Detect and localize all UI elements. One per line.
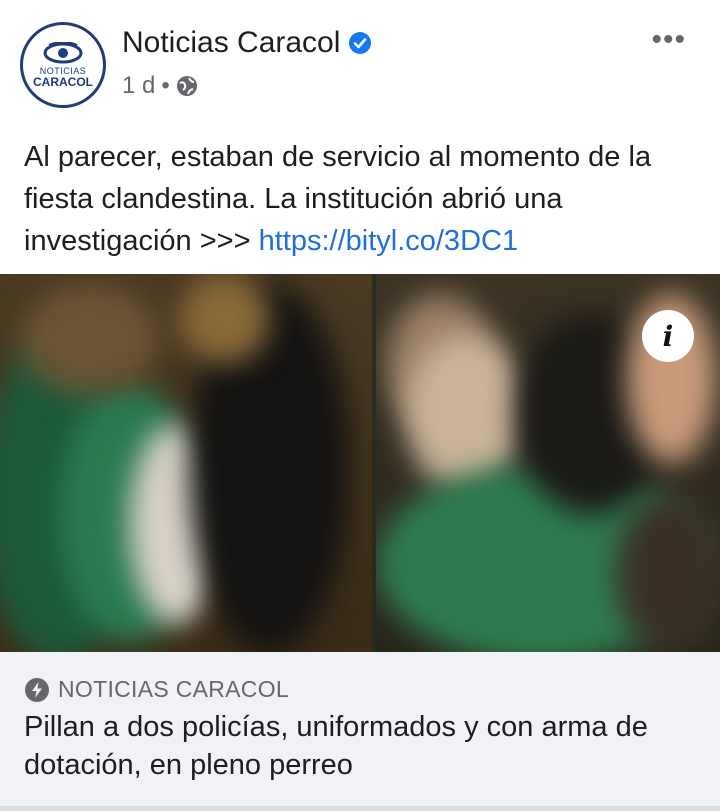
page-avatar[interactable]: NOTICIAS CARACOL [20,22,106,108]
page-name[interactable]: Noticias Caracol [122,26,340,60]
post-caption: Al parecer, estaban de servicio al momen… [24,136,704,262]
post-image[interactable]: i [0,274,720,652]
page-name-row: Noticias Caracol [122,26,372,60]
caption-link[interactable]: https://bityl.co/3DC1 [259,225,519,257]
preview-source-row: NOTICIAS CARACOL [24,676,289,703]
link-preview[interactable]: NOTICIAS CARACOL Pillan a dos policías, … [0,652,720,811]
avatar-bottom-text: CARACOL [33,74,93,89]
meta-separator: • [161,72,170,99]
info-icon[interactable]: i [642,310,694,362]
caracol-eye-logo [43,41,83,63]
bolt-icon [25,677,49,702]
post-meta: 1 d • [122,72,198,100]
preview-source: NOTICIAS CARACOL [58,676,290,702]
verified-badge-icon [349,32,372,54]
more-options-icon[interactable]: ••• [651,25,686,55]
image-panel-left [0,274,372,652]
avatar-top-text: NOTICIAS [39,65,87,76]
preview-headline[interactable]: Pillan a dos policías, uniformados y con… [24,708,694,784]
post-header: NOTICIAS CARACOL Noticias Caracol 1 d • … [0,0,720,120]
globe-icon [176,76,197,96]
post-divider [0,806,720,811]
post-time[interactable]: 1 d [122,72,155,100]
